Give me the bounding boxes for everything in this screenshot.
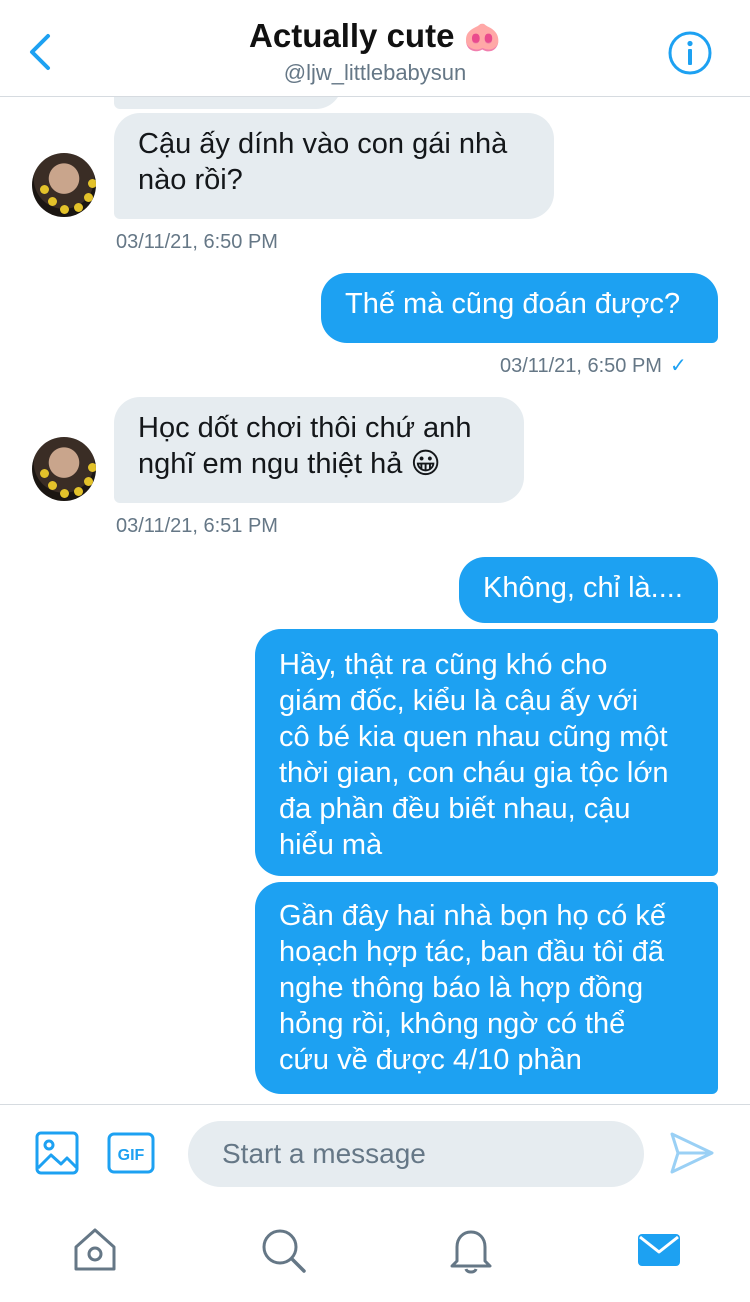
message-line: Thế mà cũng đoán được?: [345, 288, 681, 320]
image-icon[interactable]: [34, 1130, 80, 1176]
message-timestamp-row: 03/11/21, 6:50 PM ✓: [500, 354, 687, 378]
message-line: nghĩ em ngu thiệt hả 😀: [138, 448, 441, 480]
message-line: hoạch hợp tác, ban đầu tôi đã: [279, 936, 665, 968]
read-check-icon: ✓: [669, 355, 687, 377]
message-bubble-outgoing[interactable]: Không, chỉ là....: [459, 557, 718, 623]
message-bubble-incoming[interactable]: Học dốt chơi thôi chứ anh nghĩ em ngu th…: [114, 397, 524, 503]
message-input[interactable]: [188, 1121, 644, 1187]
message-bubble-outgoing[interactable]: Hầy, thật ra cũng khó cho giám đốc, kiểu…: [255, 629, 718, 876]
message-line: hiểu mà: [279, 829, 383, 861]
bell-icon[interactable]: [446, 1225, 496, 1275]
conversation-title: Actually cute: [249, 17, 455, 54]
message-bubble-incoming[interactable]: Cậu ấy dính vào con gái nhà nào rồi?: [114, 113, 554, 219]
message-line: nghe thông báo là hợp đồng: [279, 972, 644, 1004]
send-icon[interactable]: [668, 1130, 716, 1176]
mail-icon[interactable]: [634, 1225, 684, 1275]
info-icon[interactable]: [666, 29, 714, 77]
avatar[interactable]: [32, 437, 96, 501]
message-line: cứu về được 4/10 phần: [279, 1044, 582, 1076]
home-icon[interactable]: [70, 1225, 120, 1275]
message-thread[interactable]: Cậu ấy dính vào con gái nhà nào rồi? 03/…: [0, 97, 750, 1103]
message-bubble-clipped: [114, 97, 342, 109]
message-line: giám đốc, kiểu là cậu ấy với: [279, 685, 639, 717]
message-timestamp: 03/11/21, 6:50 PM: [116, 231, 278, 253]
message-line: đa phần đều biết nhau, cậu: [279, 793, 631, 825]
message-timestamp: 03/11/21, 6:50 PM: [500, 355, 662, 377]
message-line: hỏng rồi, không ngờ có thể: [279, 1008, 626, 1040]
title-emoji: 🐽: [463, 21, 501, 54]
gif-icon[interactable]: GIF: [107, 1132, 155, 1174]
message-line: cô bé kia quen nhau cũng một: [279, 721, 668, 753]
message-line: Hầy, thật ra cũng khó cho: [279, 649, 608, 681]
conversation-title-row[interactable]: Actually cute 🐽: [0, 16, 750, 58]
message-bubble-outgoing[interactable]: Thế mà cũng đoán được?: [321, 273, 718, 343]
conversation-handle: @ljw_littlebabysun: [283, 60, 467, 85]
search-icon[interactable]: [258, 1225, 308, 1275]
message-line: Không, chỉ là....: [483, 572, 683, 604]
message-line: thời gian, con cháu gia tộc lớn: [279, 757, 669, 789]
message-line: Cậu ấy dính vào con gái nhà: [138, 128, 508, 160]
message-line: Gần đây hai nhà bọn họ có kế: [279, 900, 666, 932]
message-line: Học dốt chơi thôi chứ anh: [138, 412, 472, 444]
avatar[interactable]: [32, 153, 96, 217]
message-line: nào rồi?: [138, 164, 243, 196]
conversation-header: Actually cute 🐽 @ljw_littlebabysun: [0, 0, 750, 97]
message-bubble-outgoing[interactable]: Gần đây hai nhà bọn họ có kế hoạch hợp t…: [255, 882, 718, 1094]
message-timestamp: 03/11/21, 6:51 PM: [116, 515, 278, 537]
gif-label: GIF: [118, 1147, 145, 1164]
